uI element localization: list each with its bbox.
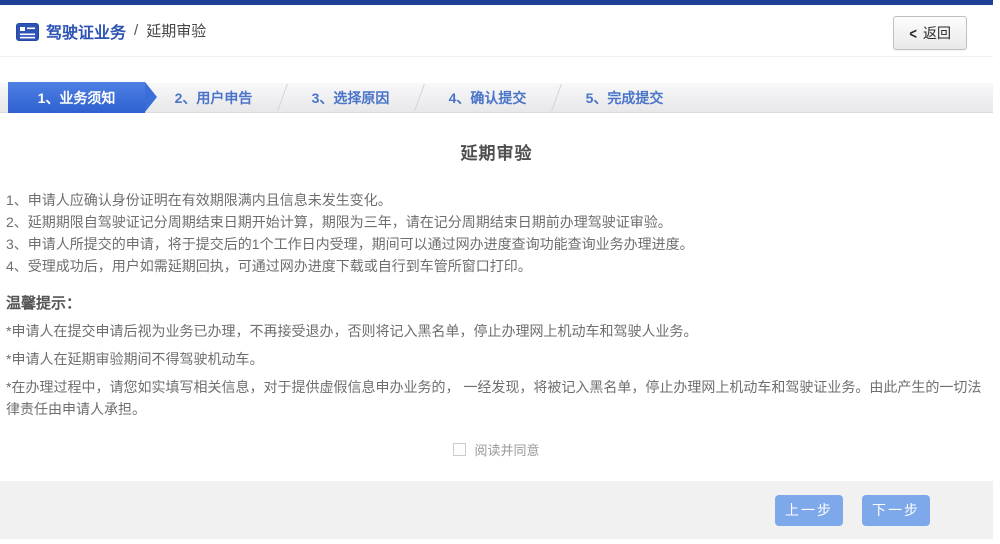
tip-item-1: *申请人在提交申请后视为业务已办理，不再接受退办，否则将记入黑名单，停止办理网上…: [6, 320, 987, 342]
step-tab-4-confirm-submit[interactable]: 4、确认提交: [419, 82, 556, 113]
step-tab-label: 4、确认提交: [449, 88, 527, 108]
main-content: 延期审验 1、申请人应确认身份证明在有效期限满内且信息未发生变化。 2、延期期限…: [0, 139, 993, 459]
step-tab-3-select-reason[interactable]: 3、选择原因: [282, 82, 419, 113]
page: 驾驶证业务 / 延期审验 < 返回 1、业务须知 2、用户申告 3、选择原因 4…: [0, 0, 993, 539]
step-tab-2-user-declaration[interactable]: 2、用户申告: [145, 82, 282, 113]
back-button[interactable]: < 返回: [893, 16, 967, 50]
step-tab-label: 1、业务须知: [38, 88, 116, 108]
document-list-icon: [16, 23, 39, 41]
step-bar-filler: [693, 82, 993, 113]
notice-item-4: 4、受理成功后，用户如需延期回执，可通过网办进度下载或自行到车管所窗口打印。: [6, 255, 987, 277]
step-tab-label: 3、选择原因: [312, 88, 390, 108]
header: 驾驶证业务 / 延期审验 < 返回: [0, 5, 993, 57]
page-title: 延期审验: [6, 139, 987, 164]
step-tab-label: 2、用户申告: [175, 88, 253, 108]
chevron-left-icon: <: [909, 24, 917, 42]
notice-item-1: 1、申请人应确认身份证明在有效期限满内且信息未发生变化。: [6, 189, 987, 211]
step-tab-1-business-notice[interactable]: 1、业务须知: [8, 82, 145, 113]
notice-item-2: 2、延期期限自驾驶证记分周期结束日期开始计算，期限为三年，请在记分周期结束日期前…: [6, 211, 987, 233]
step-progress-bar: 1、业务须知 2、用户申告 3、选择原因 4、确认提交 5、完成提交: [0, 82, 993, 113]
breadcrumb-current-page: 延期审验: [146, 20, 206, 41]
tip-item-3: *在办理过程中，请您如实填写相关信息，对于提供虚假信息申办业务的， 一经发现，将…: [6, 376, 987, 420]
agree-checkbox-label[interactable]: 阅读并同意: [474, 440, 539, 459]
step-tab-label: 5、完成提交: [586, 88, 664, 108]
breadcrumb-section[interactable]: 驾驶证业务: [46, 19, 126, 43]
breadcrumb-separator: /: [134, 22, 138, 39]
agreement-row: 阅读并同意: [6, 440, 987, 459]
breadcrumb: 驾驶证业务 / 延期审验: [16, 19, 206, 43]
previous-step-button[interactable]: 上一步: [775, 495, 843, 526]
step-tab-5-complete-submit[interactable]: 5、完成提交: [556, 82, 693, 113]
footer-action-bar: 上一步 下一步: [0, 481, 993, 539]
tip-item-2: *申请人在延期审验期间不得驾驶机动车。: [6, 348, 987, 370]
tips-title: 温馨提示：: [6, 292, 987, 313]
back-button-label: 返回: [923, 23, 951, 43]
next-step-button[interactable]: 下一步: [862, 495, 930, 526]
agree-checkbox[interactable]: [453, 443, 466, 456]
notice-item-3: 3、申请人所提交的申请，将于提交后的1个工作日内受理，期间可以通过网办进度查询功…: [6, 233, 987, 255]
